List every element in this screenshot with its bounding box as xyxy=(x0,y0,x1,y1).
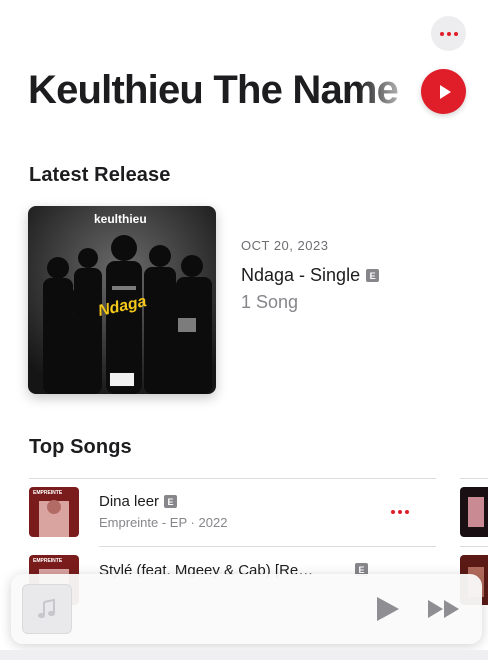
separator: · xyxy=(190,515,195,530)
parental-advisory-icon xyxy=(109,372,135,387)
tab-bar-edge xyxy=(0,650,488,660)
release-title: Ndaga - Single xyxy=(241,265,361,285)
release-title-link[interactable]: Ndaga - Single E xyxy=(241,265,380,286)
song-album: Empreinte - EP xyxy=(99,515,187,530)
explicit-icon: E xyxy=(164,495,178,508)
divider xyxy=(29,478,436,479)
ellipsis-icon xyxy=(391,510,409,514)
artist-name: Keulthieu The Name xyxy=(28,68,399,112)
song-more-button[interactable] xyxy=(389,504,411,520)
divider xyxy=(99,546,436,547)
explicit-icon: E xyxy=(366,269,380,282)
release-date: OCT 20, 2023 xyxy=(241,238,329,253)
artwork-brand-text: keulthieu xyxy=(94,212,147,226)
song-row-1[interactable]: EMPREINTE Dina leer E Empreinte - EP · 2… xyxy=(29,487,436,538)
divider xyxy=(460,546,488,547)
next-column-song-artwork[interactable] xyxy=(460,487,488,537)
top-songs-heading: Top Songs xyxy=(29,436,132,458)
play-icon xyxy=(439,84,451,99)
song-subtitle: Empreinte - EP · 2022 xyxy=(99,515,227,530)
play-icon[interactable] xyxy=(375,596,400,622)
ellipsis-icon xyxy=(439,31,458,36)
music-note-icon xyxy=(38,598,55,619)
mini-player[interactable] xyxy=(11,574,482,644)
song-artwork-label: EMPREINTE xyxy=(33,490,63,496)
divider xyxy=(460,478,488,479)
song-artwork-label: EMPREINTE xyxy=(33,558,63,564)
release-song-count: 1 Song xyxy=(241,292,299,312)
player-artwork[interactable] xyxy=(22,584,72,634)
play-button[interactable] xyxy=(421,69,466,114)
song-title: Dina leer xyxy=(99,493,160,510)
latest-release-artwork[interactable]: keulthieu Ndaga xyxy=(28,206,216,394)
song-artwork: EMPREINTE xyxy=(29,487,79,537)
more-options-button[interactable] xyxy=(431,16,466,51)
latest-release-heading: Latest Release xyxy=(29,164,171,186)
song-year: 2022 xyxy=(198,515,228,530)
fast-forward-icon[interactable] xyxy=(427,599,461,619)
